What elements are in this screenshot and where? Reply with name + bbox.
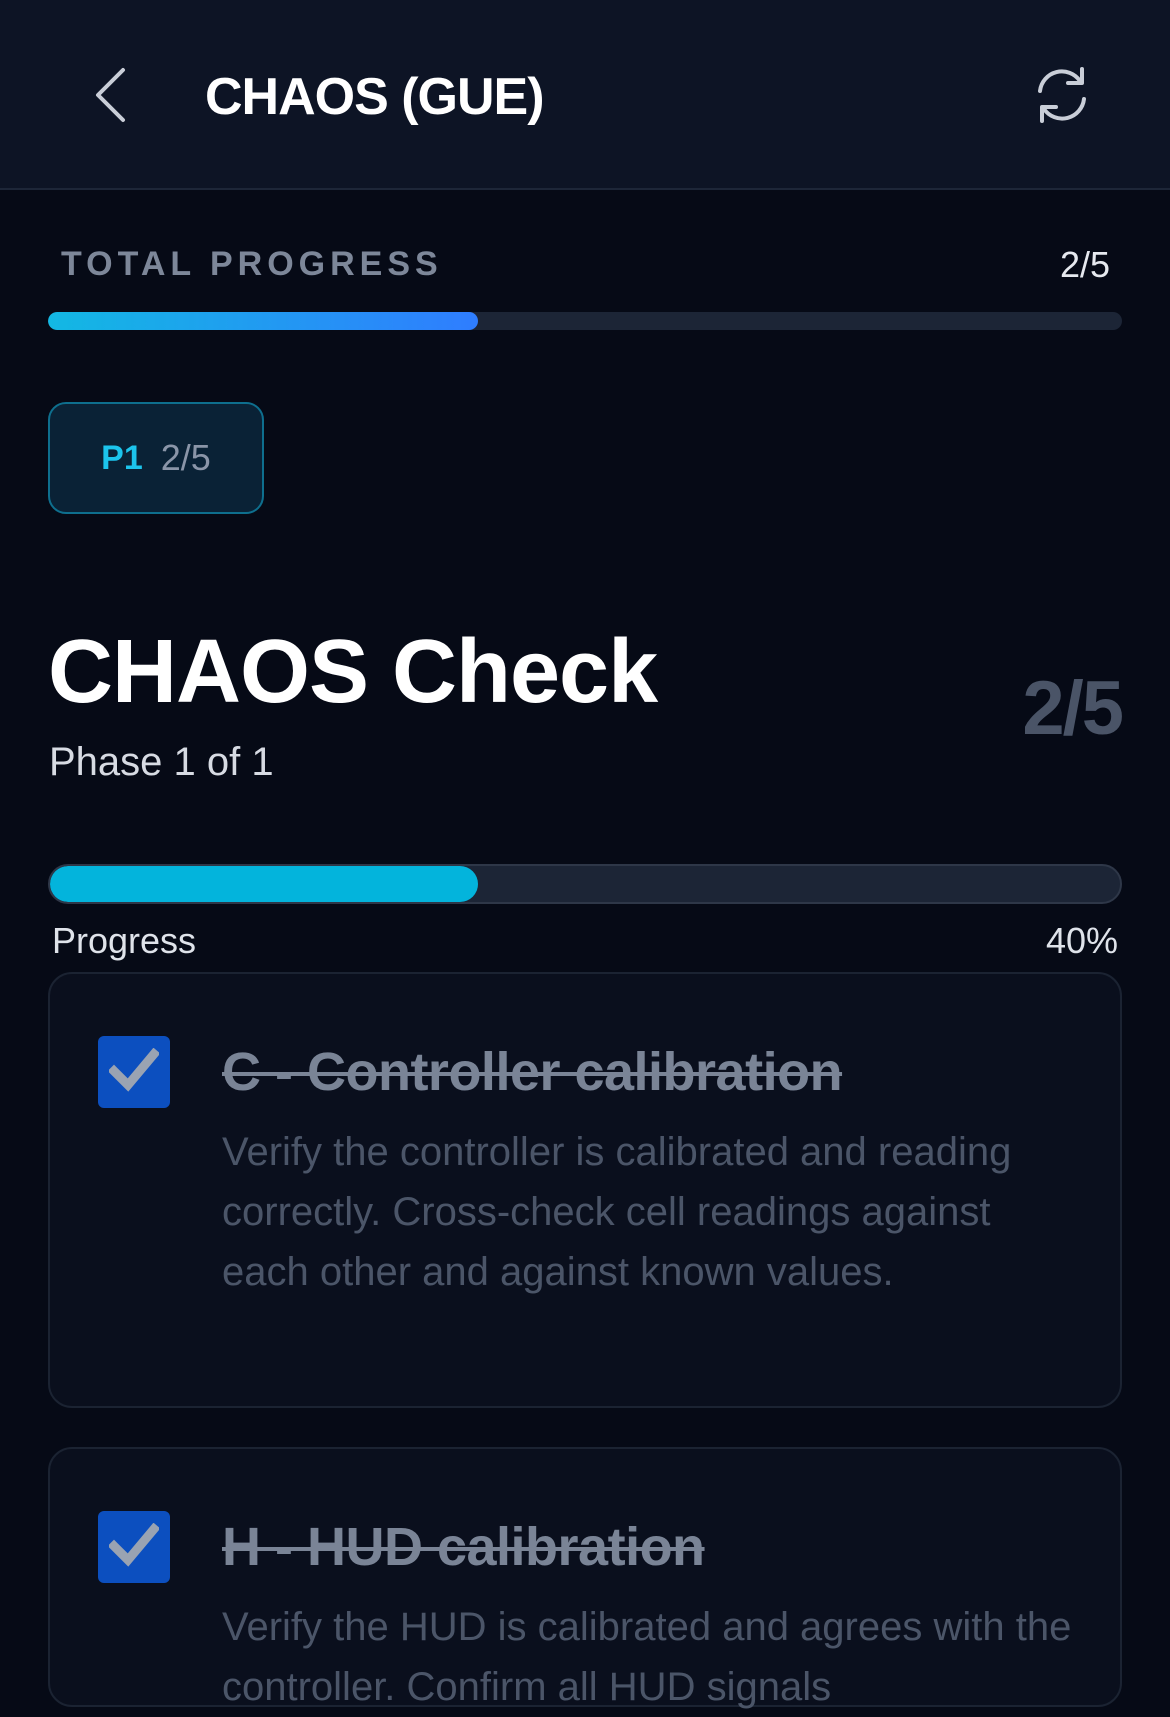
section-title: CHAOS Check (48, 622, 658, 722)
section-count: 2/5 (1022, 666, 1124, 751)
total-progress-count: 2/5 (1059, 244, 1110, 285)
refresh-icon (1030, 63, 1094, 132)
section-subtitle: Phase 1 of 1 (49, 740, 274, 784)
back-button[interactable] (80, 62, 140, 132)
phase-progress-fill (50, 866, 478, 902)
phase-chip-code: P1 (101, 438, 143, 477)
checklist-item[interactable]: C - Controller calibration Verify the co… (48, 972, 1122, 1408)
checklist-item-description: Verify the HUD is calibrated and agrees … (222, 1605, 1072, 1709)
checklist-item-description: Verify the controller is calibrated and … (222, 1130, 1012, 1294)
checklist-item-title: H - HUD calibration (222, 1517, 705, 1577)
top-app-bar: CHAOS (GUE) (0, 0, 1170, 190)
phase-progress-bar (48, 864, 1122, 904)
phase-chip-count: 2/5 (160, 437, 211, 478)
checkmark-icon (107, 1522, 161, 1572)
total-progress-label: TOTAL PROGRESS (61, 245, 443, 283)
refresh-button[interactable] (1025, 60, 1099, 134)
phase-chip-p1[interactable]: P1 2/5 (48, 402, 264, 514)
progress-percent: 40% (1045, 920, 1118, 961)
progress-label: Progress (52, 920, 197, 961)
total-progress-bar (48, 312, 1122, 330)
page-title: CHAOS (GUE) (205, 68, 545, 126)
checkbox-checked[interactable] (98, 1511, 170, 1583)
chevron-left-icon (93, 67, 127, 128)
checklist-item[interactable]: H - HUD calibration Verify the HUD is ca… (48, 1447, 1122, 1709)
checkbox-checked[interactable] (98, 1036, 170, 1108)
checkmark-icon (107, 1047, 161, 1097)
total-progress-fill (48, 312, 478, 330)
checklist-item-title: C - Controller calibration (222, 1042, 843, 1102)
